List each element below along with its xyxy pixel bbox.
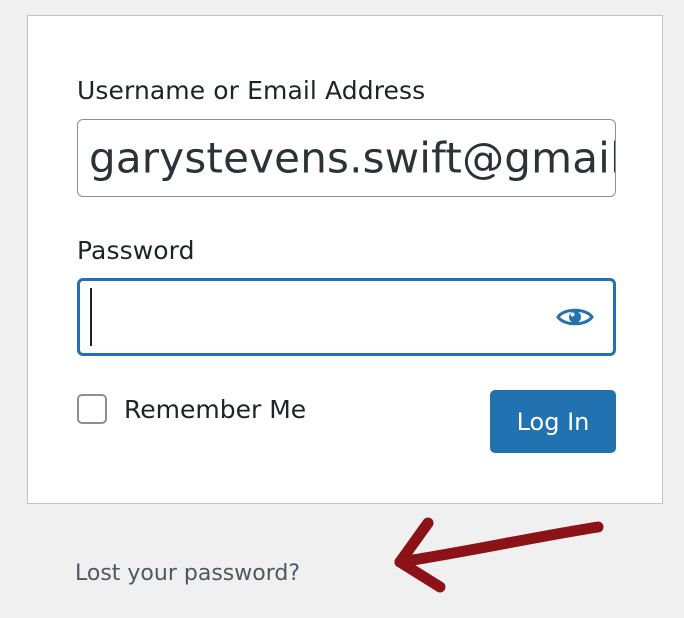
password-label: Password [77, 236, 195, 265]
username-input[interactable]: garystevens.swift@gmail [77, 119, 616, 197]
lost-password-link[interactable]: Lost your password? [75, 561, 300, 586]
login-button[interactable]: Log In [490, 390, 616, 453]
eye-icon [556, 308, 594, 326]
password-input[interactable] [77, 278, 616, 356]
remember-me-label: Remember Me [124, 394, 307, 424]
text-caret [90, 288, 92, 346]
username-label: Username or Email Address [77, 76, 426, 105]
username-value: garystevens.swift@gmail [89, 133, 616, 183]
login-form: Username or Email Address garystevens.sw… [27, 15, 663, 504]
show-password-button[interactable] [555, 303, 595, 331]
remember-me-control[interactable]: Remember Me [77, 394, 306, 424]
remember-me-checkbox[interactable] [77, 394, 107, 424]
arrow-icon [394, 517, 604, 593]
